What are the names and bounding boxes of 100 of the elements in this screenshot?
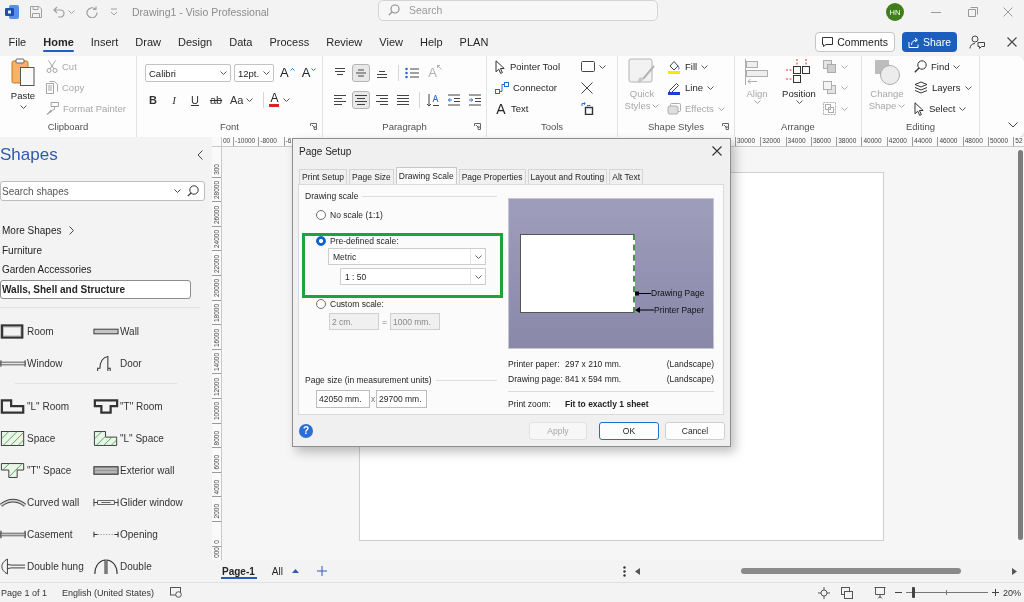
- font-name-dropdown[interactable]: Calibri: [145, 64, 231, 82]
- comments-button[interactable]: Comments: [815, 32, 895, 52]
- coauthoring-button[interactable]: [969, 35, 985, 49]
- dialog-launcher-icon[interactable]: [474, 123, 481, 130]
- caret-icon: [706, 85, 714, 90]
- pointer-tool-button[interactable]: Pointer Tool: [495, 56, 577, 77]
- presentation-mode-button[interactable]: [874, 586, 886, 599]
- search-field[interactable]: Search shapes: [0, 181, 205, 201]
- share-button[interactable]: Share: [901, 32, 957, 52]
- radio-button[interactable]: [316, 299, 326, 309]
- radio-label[interactable]: Custom scale:: [330, 299, 384, 309]
- grow-font-button[interactable]: A: [279, 64, 296, 82]
- stencil-item[interactable]: More Shapes: [0, 221, 191, 241]
- radio-button[interactable]: [316, 236, 326, 246]
- shrink-font-button[interactable]: A: [300, 64, 318, 82]
- page-tab[interactable]: Page-1: [212, 560, 262, 582]
- overlapping-windows-icon: [841, 586, 853, 599]
- more-options-button[interactable]: [623, 565, 626, 577]
- text-tool-button[interactable]: A Text: [495, 98, 577, 119]
- all-pages-button[interactable]: All: [271, 565, 299, 577]
- change-case-button[interactable]: Aa: [229, 91, 255, 109]
- minus-icon: [895, 592, 902, 593]
- font-size-dropdown[interactable]: 12pt.: [234, 64, 274, 82]
- strikethrough-button[interactable]: ab: [208, 91, 224, 109]
- search-field[interactable]: Search: [378, 0, 658, 21]
- close-pane-button[interactable]: [1007, 37, 1017, 47]
- dialog-tab[interactable]: Drawing Scale: [395, 167, 457, 184]
- slider-thumb[interactable]: [911, 587, 915, 598]
- caret-icon: [246, 98, 254, 102]
- grouped-squares-icon: [823, 102, 836, 115]
- scrollbar-thumb[interactable]: [741, 568, 961, 574]
- layers-button[interactable]: Layers: [914, 77, 972, 98]
- menu-tab[interactable]: Review: [317, 30, 371, 54]
- connector-button[interactable]: Connector: [495, 77, 577, 98]
- zoom-in-button[interactable]: [992, 588, 999, 597]
- switch-windows-button[interactable]: [841, 586, 853, 599]
- caret-icon: [599, 64, 606, 69]
- select-button[interactable]: Select: [914, 98, 972, 119]
- dialog-tab[interactable]: Alt Text: [609, 169, 644, 184]
- find-button[interactable]: Find: [914, 56, 972, 77]
- menu-tab[interactable]: Help: [411, 30, 452, 54]
- indent-icon: [468, 94, 482, 106]
- cancel-button[interactable]: Cancel: [665, 421, 725, 440]
- dialog-launcher-icon[interactable]: [722, 123, 729, 130]
- radio-button[interactable]: [316, 210, 326, 220]
- dialog-tab[interactable]: Print Setup: [299, 169, 348, 184]
- caret-icon: [841, 106, 848, 111]
- line-button[interactable]: Line: [667, 77, 725, 98]
- position-button[interactable]: Position: [776, 56, 822, 104]
- ok-button[interactable]: OK: [599, 421, 659, 440]
- text-direction-button[interactable]: [424, 91, 442, 109]
- font-color-button[interactable]: A: [268, 91, 292, 109]
- stencil-item[interactable]: Walls, Shell and Structure: [0, 279, 191, 299]
- info-label: Print zoom:: [508, 399, 552, 409]
- decrease-indent-button[interactable]: [445, 91, 463, 109]
- menu-tab[interactable]: Home: [34, 30, 83, 54]
- italic-button[interactable]: I: [166, 91, 182, 109]
- increase-indent-button[interactable]: [466, 91, 484, 109]
- underline-button[interactable]: U: [187, 91, 203, 109]
- dialog-tab[interactable]: Page Size: [349, 169, 394, 184]
- zoom-level[interactable]: 20%: [1003, 587, 1021, 598]
- menu-tab[interactable]: PLAN: [451, 30, 497, 54]
- menu-tab[interactable]: Process: [261, 30, 318, 54]
- page-height-input[interactable]: 29700 mm.: [376, 390, 427, 408]
- radio-label[interactable]: No scale (1:1): [330, 210, 383, 220]
- stencil-item[interactable]: Furniture: [0, 240, 191, 260]
- menu-tab[interactable]: Draw: [126, 30, 170, 54]
- scale-dropdown[interactable]: 1 : 50: [340, 268, 486, 285]
- language-status[interactable]: English (United States): [62, 587, 155, 598]
- caret-icon: [795, 100, 803, 104]
- dialog-launcher-icon[interactable]: [310, 123, 317, 130]
- caret-icon: [959, 106, 967, 111]
- menu-tab[interactable]: Design: [169, 30, 221, 54]
- search-icon: [914, 60, 927, 73]
- dialog-tab[interactable]: Layout and Routing: [527, 169, 608, 184]
- person-chat-icon: [969, 35, 985, 49]
- dialog-tab[interactable]: Page Properties: [458, 169, 526, 184]
- page-width-input[interactable]: 42050 mm.: [316, 390, 370, 408]
- caret-icon: [174, 189, 181, 193]
- stencil-item[interactable]: Garden Accessories: [0, 260, 191, 280]
- horizontal-align-button[interactable]: [352, 91, 370, 109]
- vertical-scrollbar[interactable]: [1018, 150, 1023, 540]
- menu-tab[interactable]: File: [0, 30, 35, 54]
- menu-tab[interactable]: Insert: [82, 30, 127, 54]
- add-page-button[interactable]: [316, 566, 327, 576]
- collapse-ribbon-button[interactable]: [1008, 122, 1018, 128]
- menu-tab[interactable]: Data: [220, 30, 261, 54]
- caret-icon: [841, 85, 848, 90]
- menu-tab[interactable]: View: [370, 30, 412, 54]
- collapse-panel-button[interactable]: [197, 150, 203, 160]
- caret-icon: [701, 64, 709, 69]
- fill-button[interactable]: Fill: [667, 56, 725, 77]
- paste-button[interactable]: Paste: [4, 56, 42, 109]
- scale-dropdown[interactable]: Metric: [328, 248, 486, 265]
- panel-title: Shapes: [0, 145, 58, 165]
- fit-to-window-button[interactable]: [818, 586, 830, 599]
- window-title: Drawing1 - Visio Professional: [132, 6, 270, 18]
- radio-label[interactable]: Pre-defined scale:: [330, 236, 399, 246]
- help-button[interactable]: ?: [299, 423, 313, 438]
- bold-button[interactable]: B: [145, 91, 161, 109]
